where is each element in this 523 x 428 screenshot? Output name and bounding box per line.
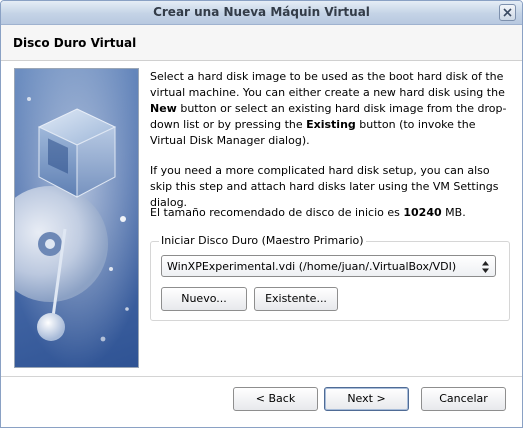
wizard-window: Crear una Nueva Máquin Virtual Disco Dur… — [0, 0, 523, 428]
boot-disk-select[interactable]: WinXPExperimental.vdi (/home/juan/.Virtu… — [161, 255, 496, 277]
page-title: Disco Duro Virtual — [13, 36, 137, 50]
title-bar[interactable]: Crear una Nueva Máquin Virtual — [1, 1, 522, 25]
recommended-size-value: 10240 — [403, 206, 442, 219]
desc-p3-text: El tamaño recomendado de disco de inicio… — [150, 206, 404, 219]
description-paragraph-1: Select a hard disk image to be used as t… — [150, 69, 510, 149]
next-button[interactable]: Next > — [324, 387, 409, 411]
close-icon — [503, 8, 512, 17]
page-header: Disco Duro Virtual — [1, 25, 522, 61]
boot-disk-selected-value: WinXPExperimental.vdi (/home/juan/.Virtu… — [167, 260, 457, 273]
description-paragraph-3: El tamaño recomendado de disco de inicio… — [150, 205, 510, 221]
virtualbox-cube-disc-image — [14, 68, 139, 368]
boot-disk-group-label: Iniciar Disco Duro (Maestro Primario) — [159, 234, 366, 247]
updown-arrows-icon — [482, 261, 489, 273]
cancel-button[interactable]: Cancelar — [421, 387, 506, 411]
desc-existing-keyword: Existing — [306, 118, 356, 131]
footer-divider — [1, 376, 522, 377]
back-button[interactable]: < Back — [233, 387, 318, 411]
desc-new-keyword: New — [150, 102, 177, 115]
desc-p1-part-a: Select a hard disk image to be used as t… — [150, 70, 505, 99]
desc-p3-unit: MB. — [441, 206, 466, 219]
existing-disk-button[interactable]: Existente... — [254, 287, 338, 311]
new-disk-button[interactable]: Nuevo... — [161, 287, 247, 311]
close-button[interactable] — [499, 4, 516, 21]
description-paragraph-2: If you need a more complicated hard disk… — [150, 164, 499, 209]
window-title: Crear una Nueva Máquin Virtual — [153, 5, 370, 19]
